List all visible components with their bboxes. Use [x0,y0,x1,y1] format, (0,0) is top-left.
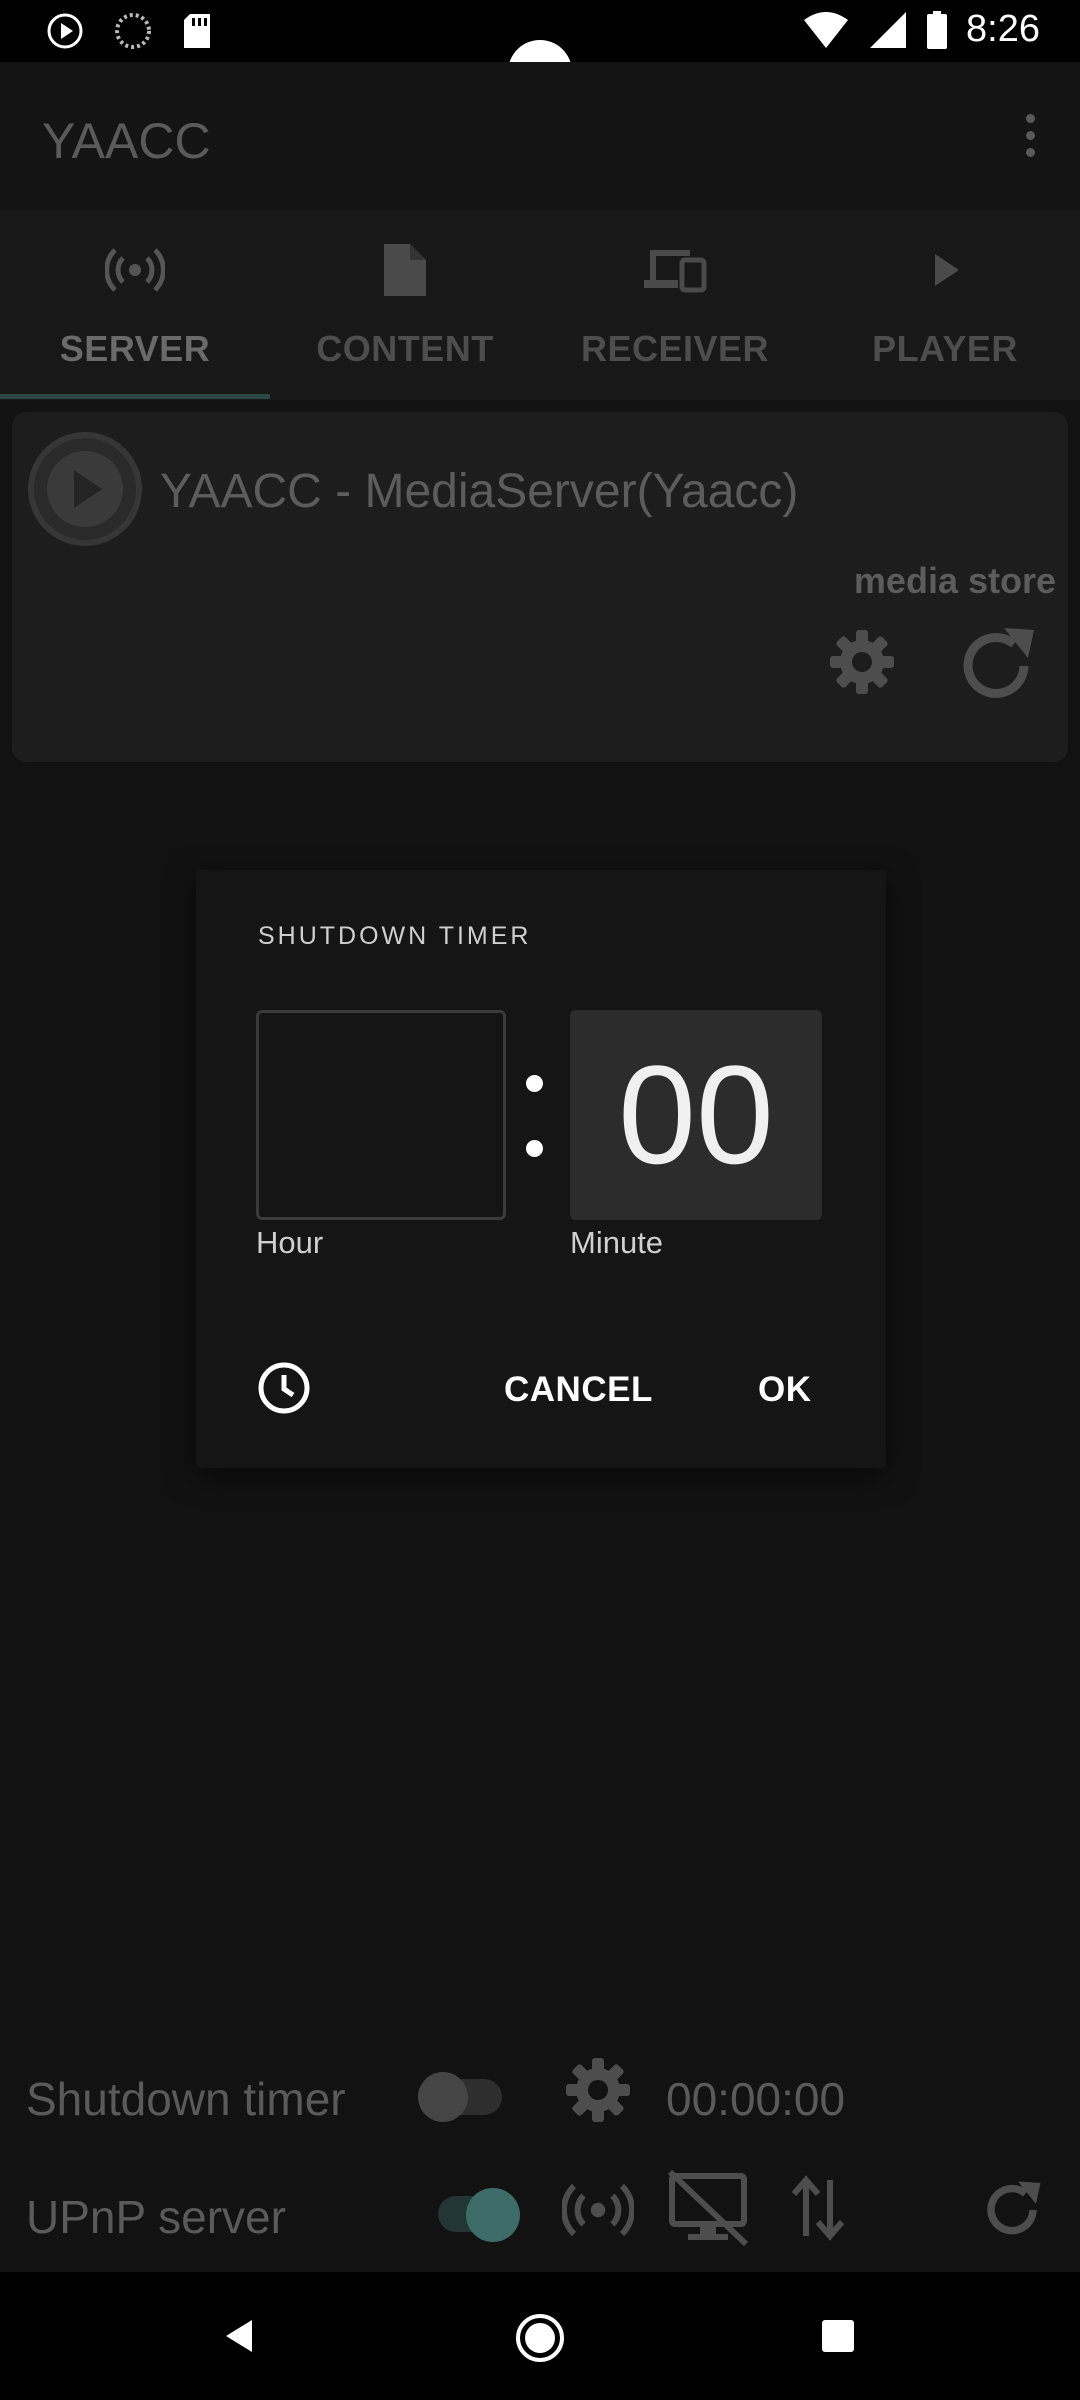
back-icon[interactable] [220,2316,260,2361]
hour-label: Hour [256,1225,324,1260]
shutdown-timer-label: Shutdown timer [26,2073,346,2125]
wifi-icon [804,11,849,48]
play-icon [935,254,959,286]
transfer-arrows-icon [790,2172,846,2249]
server-play-icon [28,432,142,546]
cell-signal-icon [870,11,907,48]
tab-receiver[interactable]: RECEIVER [540,210,810,400]
shutdown-timer-value: 00:00:00 [666,2073,846,2125]
tab-label: SERVER [59,328,211,369]
server-settings-icon[interactable] [826,626,898,703]
server-card[interactable]: YAACC - MediaServer(Yaacc) media store [12,412,1068,762]
tab-content[interactable]: CONTENT [270,210,540,400]
upnp-broadcast-icon [560,2174,636,2251]
upnp-server-switch[interactable] [436,2186,520,2242]
tab-label: CONTENT [316,328,494,369]
cancel-button[interactable]: CANCEL [504,1370,653,1410]
broadcast-icon [105,248,165,292]
tab-player[interactable]: PLAYER [810,210,1080,400]
recents-icon[interactable] [820,2318,856,2359]
time-separator [526,1075,546,1175]
clock-time: 8:26 [966,8,1040,50]
tab-label: RECEIVER [580,328,770,369]
tab-server[interactable]: SERVER [0,210,270,400]
server-source: media store [853,560,1056,601]
tab-indicator [0,394,270,399]
clock-mode-toggle-icon[interactable] [256,1360,312,1421]
shutdown-timer-dialog: SHUTDOWN TIMER 00 Hour Minute CANCEL OK [196,870,886,1468]
overflow-menu-icon[interactable] [1020,114,1040,164]
tab-label: PLAYER [872,328,1018,369]
minute-label: Minute [570,1225,664,1260]
server-refresh-icon[interactable] [948,618,1044,719]
app-bar: YAACC [0,62,1080,210]
upnp-refresh-icon[interactable] [976,2174,1048,2251]
app-title: YAACC [42,113,211,169]
media-play-notification-icon [47,13,83,49]
upnp-server-label: UPnP server [26,2191,286,2243]
tab-bar: SERVER CONTENT RECEIVER PLAYER [0,210,1080,400]
shutdown-timer-switch[interactable] [418,2072,502,2122]
loading-notification-icon [115,13,151,49]
battery-icon [927,10,948,49]
file-icon [384,244,426,296]
sd-card-icon [184,14,210,48]
shutdown-timer-settings-icon[interactable] [562,2054,634,2131]
screen: 8:26 YAACC SERVER CONTENT RECEIVER PLAYE… [0,0,1080,2400]
cast-disabled-icon [666,2168,750,2253]
minute-input[interactable]: 00 [570,1010,822,1220]
hour-input[interactable] [256,1010,506,1220]
server-name: YAACC - MediaServer(Yaacc) [160,465,799,518]
dialog-title: SHUTDOWN TIMER [258,922,532,950]
status-icons-right: 8:26 [802,8,1040,51]
devices-icon [644,250,707,293]
home-icon[interactable] [514,2312,566,2369]
ok-button[interactable]: OK [758,1370,812,1410]
navigation-bar [0,2272,1080,2400]
status-bar: 8:26 [0,0,1080,104]
status-icons-left [46,12,212,50]
